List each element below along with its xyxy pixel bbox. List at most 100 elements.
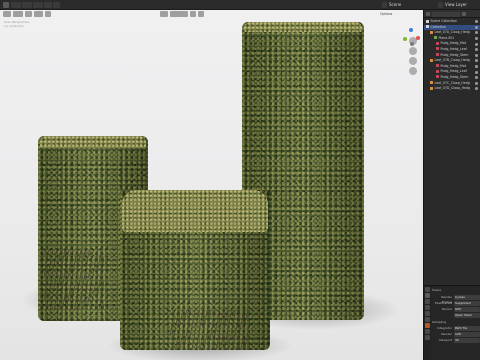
property-label: Integrator	[436, 326, 452, 330]
property-row: Render Engine Cycles	[432, 295, 480, 304]
outliner-item-label: Pudg_Hedg_Stem	[440, 74, 469, 79]
property-row: Render 128	[432, 332, 480, 337]
visibility-eye-icon[interactable]	[475, 76, 478, 80]
property-value-field[interactable]: Open Shad	[454, 313, 480, 318]
object-icon	[430, 81, 433, 85]
world-tab-icon[interactable]	[425, 317, 430, 322]
visibility-eye-icon[interactable]	[475, 53, 478, 57]
collection-icon	[426, 25, 429, 29]
pan-icon[interactable]	[409, 47, 417, 55]
object-icon	[430, 86, 433, 90]
menu-file[interactable]	[11, 2, 21, 8]
property-value-field[interactable]: 32	[454, 338, 480, 343]
property-label: Feature Set	[434, 301, 452, 305]
visibility-eye-icon[interactable]	[475, 81, 478, 85]
menu-view[interactable]	[25, 11, 32, 17]
property-value-field[interactable]: Cycles	[454, 295, 480, 300]
collection-info-label: (1) Collection	[4, 24, 25, 28]
property-row: Open Shad	[432, 313, 480, 318]
scene-tab-icon[interactable]	[425, 311, 430, 316]
pivot-selector[interactable]	[170, 11, 188, 17]
proportional-edit-icon[interactable]	[198, 11, 204, 17]
hedge-medium-top	[40, 136, 146, 148]
top-menu-bar: Scene View Layer	[0, 0, 480, 10]
view-layer-tab-icon[interactable]	[425, 305, 430, 310]
properties-editor: Scene Render Engine Cycles Feature Set Supp…	[424, 285, 480, 360]
filter-icon[interactable]	[462, 12, 466, 16]
property-label: Render	[441, 332, 452, 336]
outliner-header	[424, 10, 480, 18]
outliner-item-label: Collection	[430, 24, 447, 29]
scene-icon[interactable]	[382, 2, 387, 8]
visibility-eye-icon[interactable]	[475, 59, 478, 63]
view-layer-selector[interactable]: View Layer	[445, 2, 467, 8]
outliner-item-label: Pudg_Hedg_Leaf	[440, 46, 467, 51]
hedge-tall-top	[244, 22, 362, 32]
menu-render[interactable]	[33, 2, 43, 8]
mesh-icon	[434, 36, 437, 40]
material-icon	[436, 75, 439, 79]
view-layer-icon[interactable]	[438, 2, 443, 8]
editor-type-icon[interactable]	[3, 11, 11, 17]
property-row: Integrator Path Tra	[432, 326, 480, 331]
properties-tabs	[424, 286, 431, 360]
property-label: Device	[441, 307, 452, 311]
transform-orientation[interactable]	[160, 11, 168, 17]
property-value-field[interactable]: GPU	[454, 307, 480, 312]
properties-context: Scene	[432, 288, 480, 293]
mode-selector[interactable]	[13, 11, 23, 17]
visibility-eye-icon[interactable]	[475, 48, 478, 52]
material-icon	[436, 47, 439, 51]
property-row: Feature Set Supported	[432, 301, 480, 306]
snap-icon[interactable]	[190, 11, 196, 17]
outliner-item-label: Scene Collection	[430, 19, 458, 23]
menu-window[interactable]	[44, 2, 52, 8]
material-tab-icon[interactable]	[425, 335, 430, 340]
output-tab-icon[interactable]	[425, 299, 430, 304]
visibility-eye-icon[interactable]	[475, 87, 478, 91]
outliner-tree: Scene Collection Collection Leaf_07A_Cloop…	[424, 18, 480, 92]
tool-tab-icon[interactable]	[425, 287, 430, 292]
outliner-item-label: Plane.001	[438, 35, 455, 40]
menu-select[interactable]	[34, 11, 43, 17]
viewport-header: Options	[0, 10, 423, 19]
gizmo-y-icon[interactable]	[403, 37, 407, 41]
visibility-eye-icon[interactable]	[475, 37, 478, 41]
zoom-icon[interactable]	[409, 37, 417, 45]
sampling-section-label: Sampling	[432, 320, 447, 324]
menu-help[interactable]	[53, 2, 60, 8]
menu-add[interactable]	[45, 11, 51, 17]
hedge-medium-stems	[44, 250, 104, 310]
hedge-short-top	[122, 190, 268, 232]
material-icon	[436, 53, 439, 57]
object-tab-icon[interactable]	[425, 323, 430, 328]
visibility-eye-icon[interactable]	[475, 31, 478, 35]
outliner-item-label: Pudg_Hedg_Mat	[440, 41, 466, 46]
visibility-eye-icon[interactable]	[475, 42, 478, 46]
outliner-search-input[interactable]	[432, 11, 460, 17]
blender-window: Scene View Layer Options User Perspectiv…	[0, 0, 480, 360]
visibility-eye-icon[interactable]	[475, 70, 478, 74]
visibility-eye-icon[interactable]	[475, 20, 478, 24]
modifier-tab-icon[interactable]	[425, 329, 430, 334]
outliner-item-label: Leaf_07C_Cloop_Hedg	[434, 80, 470, 85]
render-tab-icon[interactable]	[425, 293, 430, 298]
object-icon	[430, 30, 433, 34]
blender-logo-icon[interactable]	[3, 2, 9, 8]
property-value-field[interactable]: 128	[454, 332, 480, 337]
menu-edit[interactable]	[22, 2, 32, 8]
3d-viewport[interactable]: Options User Perspective (1) Collection	[0, 10, 423, 360]
scene-selector[interactable]: Scene	[389, 2, 401, 8]
property-value-field[interactable]: Supported	[454, 301, 480, 306]
property-value-field[interactable]: Path Tra	[454, 326, 480, 331]
visibility-eye-icon[interactable]	[475, 25, 478, 29]
ortho-toggle-icon[interactable]	[409, 67, 417, 75]
gizmo-z-icon[interactable]	[409, 28, 413, 32]
outliner-item-label: Pudg_Hedg_Leaf	[440, 69, 467, 74]
outliner-item[interactable]: Leaf_07D_Cloop_Hedg	[424, 86, 480, 92]
outliner-editor-icon[interactable]	[426, 12, 430, 16]
camera-view-icon[interactable]	[409, 57, 417, 65]
viewport-options[interactable]: Options	[380, 11, 392, 17]
visibility-eye-icon[interactable]	[475, 65, 478, 69]
sampling-section-header[interactable]: Sampling	[432, 320, 480, 325]
